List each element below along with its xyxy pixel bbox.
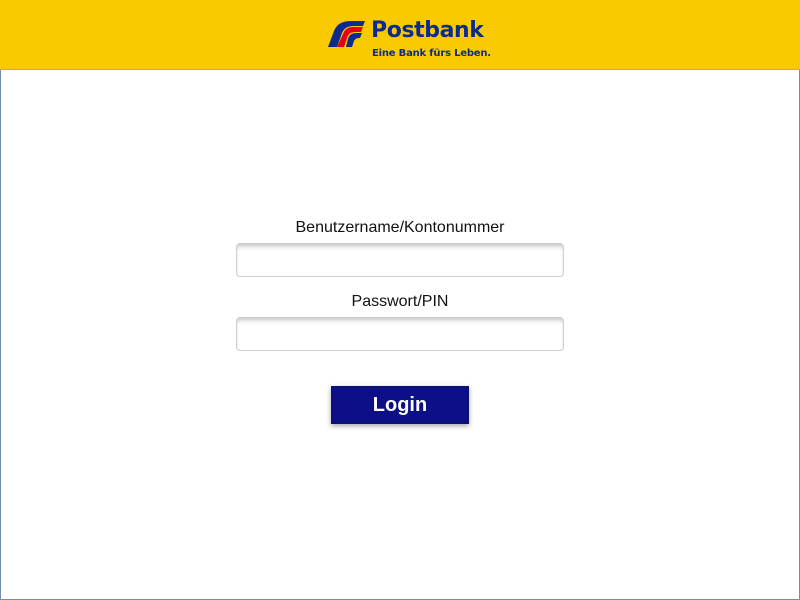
username-label: Benutzername/Kontonummer — [295, 219, 505, 236]
brand-tagline: Eine Bank fürs Leben. — [372, 48, 491, 59]
login-button[interactable]: Login — [331, 386, 469, 424]
password-label: Passwort/PIN — [351, 293, 449, 310]
username-input[interactable] — [236, 243, 564, 277]
password-input[interactable] — [236, 317, 564, 351]
header-bar: Postbank Eine Bank fürs Leben. — [0, 0, 800, 70]
postbank-login-page: Postbank Eine Bank fürs Leben. Benutzern… — [0, 0, 800, 600]
postbank-logo: Postbank Eine Bank fürs Leben. — [327, 16, 491, 64]
postbank-logo-icon — [328, 21, 365, 47]
brand-name: Postbank — [371, 18, 484, 43]
